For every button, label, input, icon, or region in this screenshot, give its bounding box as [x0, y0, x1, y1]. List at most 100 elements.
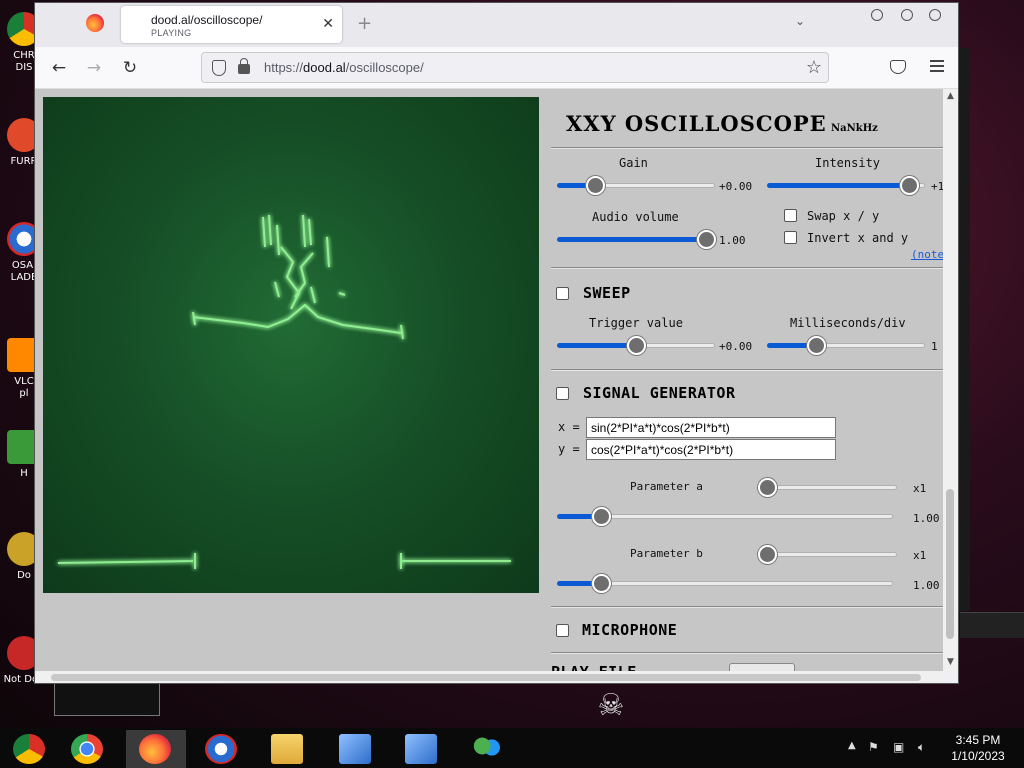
tab-bar: dood.al/oscilloscope/ PLAYING ✕ + ⌄ [35, 3, 958, 47]
taskbar-firefox[interactable] [126, 730, 186, 768]
gain-slider[interactable] [557, 175, 715, 195]
desktop-icon-label: Do [17, 570, 31, 581]
taskbar-installer[interactable] [326, 730, 386, 768]
vertical-scroll-thumb[interactable] [946, 489, 954, 639]
pocket-icon[interactable] [890, 60, 906, 74]
page-content: XXY OSCILLOSCOPE NaNkHz Gain +0.00 Inten… [35, 89, 958, 671]
vertical-scrollbar[interactable]: ▲ ▼ [943, 89, 958, 671]
invert-xy-checkbox[interactable] [784, 231, 797, 244]
parameter-a-multiplier: x1 [913, 482, 927, 495]
horizontal-scrollbar[interactable] [35, 671, 943, 683]
list-all-tabs-icon[interactable]: ⌄ [795, 14, 805, 28]
x-expression-input[interactable] [586, 417, 836, 438]
menu-hamburger-icon[interactable] [930, 60, 944, 72]
url-text[interactable]: https://dood.al/oscilloscope/ [264, 60, 424, 75]
desktop-icon-label: VLC pl [14, 376, 34, 399]
parameter-b-slider[interactable] [557, 573, 893, 593]
file-explorer-icon [271, 734, 303, 764]
scroll-up-arrow-icon[interactable]: ▲ [943, 91, 958, 101]
browse-file-button[interactable] [729, 663, 795, 671]
x-expression-label: x = [558, 420, 580, 434]
firefox-icon [139, 734, 171, 764]
gain-slider-knob[interactable] [586, 176, 605, 195]
taskbar-file-explorer[interactable] [258, 730, 318, 768]
divider [551, 652, 945, 654]
oscilloscope-trace [57, 214, 511, 569]
background-window-edge [958, 48, 970, 611]
microphone-checkbox[interactable] [556, 624, 569, 637]
scroll-down-arrow-icon[interactable]: ▼ [943, 657, 958, 667]
sweep-checkbox[interactable] [556, 287, 569, 300]
signal-generator-checkbox[interactable] [556, 387, 569, 400]
divider [551, 267, 945, 269]
lock-icon[interactable] [238, 58, 250, 74]
divider [551, 147, 945, 149]
network-users-icon [471, 734, 503, 764]
network-icon[interactable]: ▣ [893, 740, 904, 754]
action-center-flag-icon[interactable]: ⚑ [868, 740, 879, 754]
taskbar-chrome[interactable] [58, 730, 118, 768]
new-tab-icon[interactable]: + [357, 13, 372, 34]
note-link[interactable]: (note [911, 248, 944, 261]
firefox-view-icon[interactable] [86, 14, 104, 32]
url-bar[interactable]: https://dood.al/oscilloscope/ ☆ [201, 52, 829, 83]
microphone-heading: MICROPHONE [582, 621, 678, 639]
url-scheme: https:// [264, 60, 304, 75]
parameter-a-multiplier-knob[interactable] [758, 478, 777, 497]
clock-time: 3:45 PM [955, 733, 1001, 747]
milliseconds-div-slider[interactable] [767, 335, 925, 355]
sweep-heading: SWEEP [583, 284, 631, 302]
desktop-icon-label: CHR DIS [13, 50, 35, 73]
taskbar-network-users[interactable] [458, 730, 518, 768]
frequency-readout: NaNkHz [831, 123, 878, 134]
milliseconds-div-slider-knob[interactable] [807, 336, 826, 355]
maximize-window-icon[interactable] [901, 9, 913, 21]
y-expression-input[interactable] [586, 439, 836, 460]
taskbar-obama[interactable] [192, 730, 252, 768]
volume-icon[interactable]: 🔈︎ [918, 740, 925, 755]
taskbar-chrome-canary[interactable] [0, 730, 60, 768]
background-window-bar [960, 612, 1024, 638]
audio-volume-slider[interactable] [557, 229, 716, 249]
forward-arrow-icon[interactable]: → [83, 57, 105, 79]
back-arrow-icon[interactable]: ← [48, 57, 70, 79]
close-window-icon[interactable] [929, 9, 941, 21]
taskbar-installer-2[interactable] [392, 730, 452, 768]
oscilloscope-screen [43, 97, 539, 593]
audio-volume-slider-knob[interactable] [697, 230, 716, 249]
parameter-a-label: Parameter a [630, 480, 703, 493]
parameter-a-slider-knob[interactable] [592, 507, 611, 526]
parameter-b-slider-knob[interactable] [592, 574, 611, 593]
play-file-heading: PLAY FILE [551, 663, 637, 671]
horizontal-scroll-thumb[interactable] [51, 674, 921, 681]
clock[interactable]: 3:45 PM 1/10/2023 [940, 732, 1016, 764]
show-hidden-icons-chevron-icon[interactable]: ▲ [848, 740, 856, 751]
background-small-window[interactable] [54, 682, 160, 716]
bookmark-star-icon[interactable]: ☆ [806, 57, 822, 78]
nav-bar: ← → ↻ https://dood.al/oscilloscope/ ☆ [35, 47, 958, 89]
invert-xy-label: Invert x and y [807, 231, 909, 245]
parameter-a-slider[interactable] [557, 506, 893, 526]
parameter-b-multiplier-knob[interactable] [758, 545, 777, 564]
intensity-slider[interactable] [767, 175, 925, 195]
parameter-a-value: 1.00 [913, 512, 940, 525]
reload-icon[interactable]: ↻ [119, 57, 141, 79]
parameter-b-multiplier-slider[interactable] [758, 544, 897, 564]
swap-xy-label: Swap x / y [807, 209, 880, 223]
obama-icon [205, 734, 237, 764]
browser-window: dood.al/oscilloscope/ PLAYING ✕ + ⌄ ← → … [34, 2, 959, 684]
tab-oscilloscope[interactable]: dood.al/oscilloscope/ PLAYING ✕ [121, 6, 342, 43]
tab-close-icon[interactable]: ✕ [322, 16, 334, 32]
installer-icon [339, 734, 371, 764]
minimize-window-icon[interactable] [871, 9, 883, 21]
url-path: /oscilloscope/ [345, 60, 424, 75]
swap-xy-checkbox[interactable] [784, 209, 797, 222]
trigger-value-label: Trigger value [589, 316, 683, 330]
parameter-a-multiplier-slider[interactable] [758, 477, 897, 497]
trigger-value-slider[interactable] [557, 335, 715, 355]
tracking-protection-shield-icon[interactable] [212, 60, 226, 76]
control-panel: XXY OSCILLOSCOPE NaNkHz Gain +0.00 Inten… [551, 89, 945, 671]
trigger-value-slider-knob[interactable] [627, 336, 646, 355]
intensity-slider-knob[interactable] [900, 176, 919, 195]
chrome-canary-icon [13, 734, 45, 764]
